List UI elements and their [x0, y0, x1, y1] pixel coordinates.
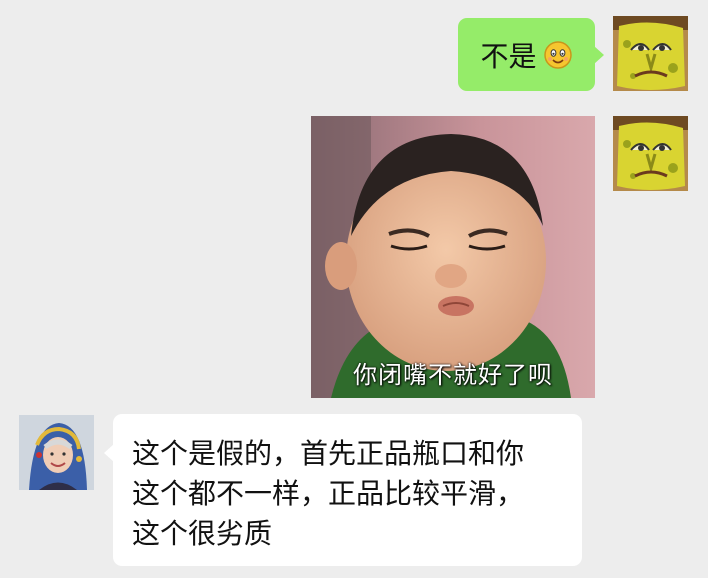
outgoing-message-bubble[interactable]: 不是	[458, 18, 604, 91]
spongebob-avatar-icon	[613, 116, 688, 191]
spongebob-avatar-icon	[613, 16, 688, 91]
smiley-emoji-icon	[543, 40, 573, 70]
incoming-message-line: 这个都不一样，正品比较平滑，	[132, 477, 525, 510]
incoming-message-line: 这个很劣质	[132, 517, 273, 550]
contact-avatar[interactable]	[19, 415, 94, 490]
self-avatar[interactable]	[613, 16, 688, 91]
sticker-message[interactable]: 你闭嘴不就好了呗	[311, 116, 595, 398]
self-avatar[interactable]	[613, 116, 688, 191]
incoming-message-bubble[interactable]: 这个是假的，首先正品瓶口和你 这个都不一样，正品比较平滑， 这个很劣质	[104, 414, 582, 566]
outgoing-message-text: 不是	[480, 39, 537, 73]
elderly-woman-headscarf-avatar-icon	[19, 415, 94, 490]
incoming-message-line: 这个是假的，首先正品瓶口和你	[132, 437, 525, 470]
sticker-caption: 你闭嘴不就好了呗	[353, 361, 553, 389]
